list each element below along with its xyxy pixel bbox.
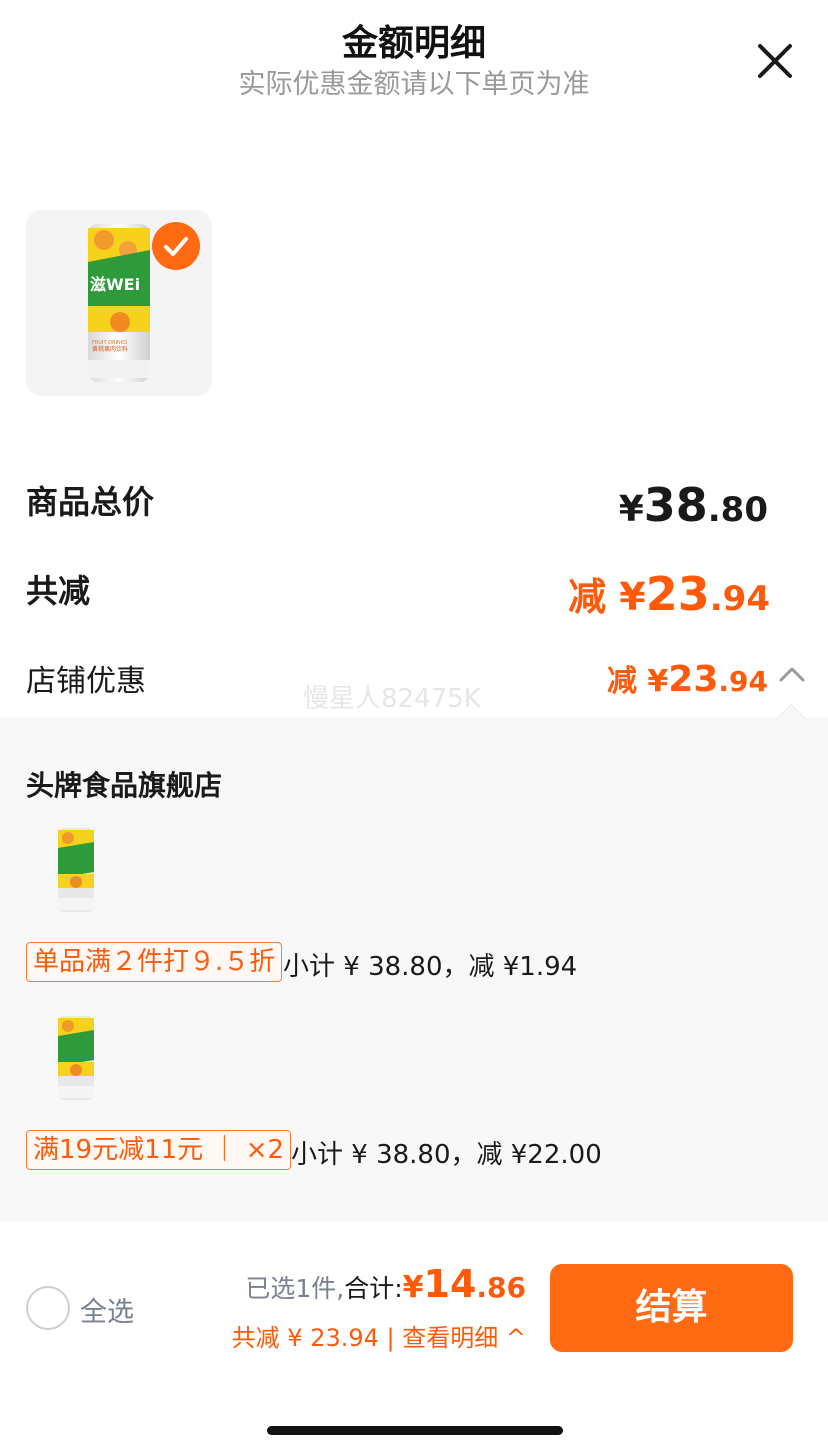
product-thumbnail [54,1014,98,1102]
selected-check-icon[interactable] [152,222,200,270]
shop-reduce-prefix: 减 ¥ [606,664,669,699]
reduce-integer: 23 [645,567,710,621]
checkout-button[interactable]: 结算 [550,1264,793,1352]
selected-count: 已选1件, [245,1274,345,1303]
home-indicator [267,1426,563,1435]
promo-tag: 满19元减11元 ｜ ×2 [26,1130,292,1170]
chevron-up-icon[interactable] [778,664,806,684]
total-integer: 14 [423,1262,477,1306]
close-icon[interactable] [752,38,798,84]
can-brand-text: 滋WEi [90,275,140,294]
price-integer: 38 [643,478,708,532]
total-reduce-value: 减 ¥23.94 [568,566,770,621]
shop-discount-label: 店铺优惠 [26,664,146,699]
shop-discount-value[interactable]: 减 ¥23.94 [607,656,768,700]
total-label: 合计: [344,1274,403,1303]
promo-subtotal: 小计 ¥ 38.80，减 ¥22.00 [291,1140,602,1170]
store-name: 头牌食品旗舰店 [26,769,223,802]
total-decimal: .86 [476,1271,526,1304]
reduce-decimal: .94 [709,579,770,619]
select-all-radio[interactable] [26,1286,70,1330]
product-thumbnail [54,826,98,914]
selected-total: 已选1件,合计:¥14.86 [245,1262,526,1306]
shop-reduce-decimal: .94 [718,665,768,698]
total-reduce-label: 共减 [26,572,91,610]
total-price-label: 商品总价 [26,483,155,521]
currency-symbol: ¥ [618,489,644,530]
price-decimal: .80 [707,490,768,530]
select-all-label[interactable]: 全选 [80,1290,134,1329]
page-title: 金额明细 [341,23,486,64]
reduce-prefix: 减 ¥ [568,575,646,619]
total-price-value: ¥38.80 [619,478,768,532]
shop-reduce-integer: 23 [668,659,719,700]
promo-subtotal: 小计 ¥ 38.80，减 ¥1.94 [283,952,578,982]
view-details-link[interactable]: 共减 ¥ 23.94 | 查看明细 ^ [232,1318,526,1353]
can-product-name-text: 黄桃果肉饮料 [92,345,128,353]
promo-tag: 单品满２件打９.５折 [26,942,283,982]
watermark: 慢星人82475K [303,684,481,714]
total-currency: ¥ [402,1270,424,1305]
page-subtitle: 实际优惠金额请以下单页为准 [238,69,590,100]
